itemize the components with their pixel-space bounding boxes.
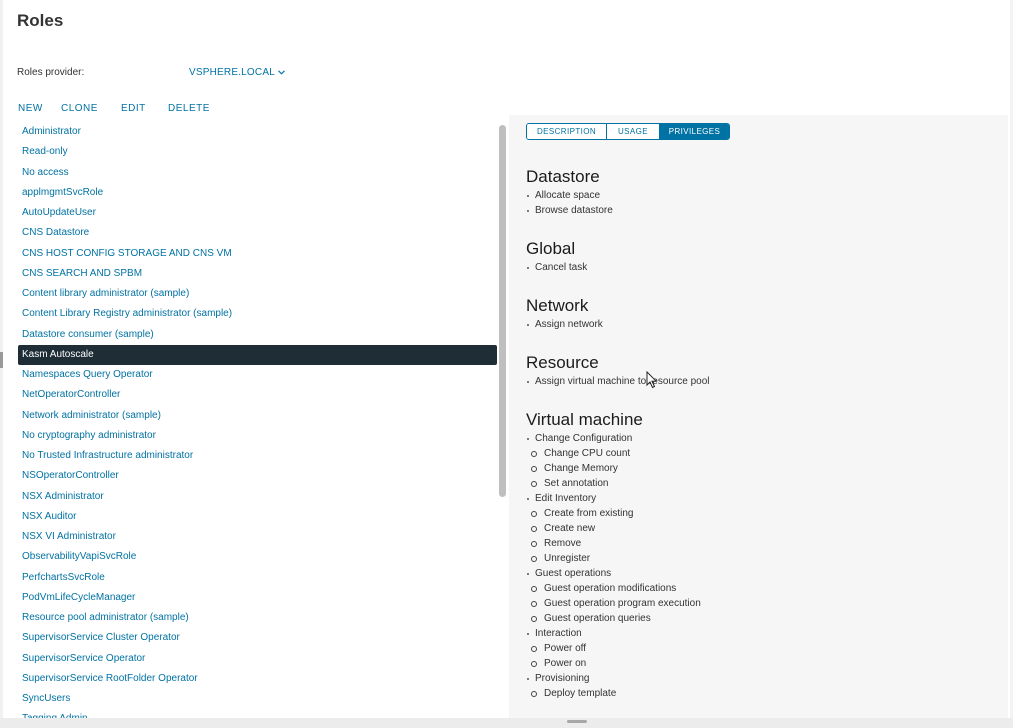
mouse-pointer-icon [646, 370, 658, 389]
window-left-edge [0, 0, 3, 728]
privilege-item: Browse datastore [526, 203, 996, 218]
privilege-subitem: Guest operation queries [526, 611, 996, 626]
role-item-syncusers[interactable]: SyncUsers [18, 689, 497, 709]
role-item-cns-search-spbm[interactable]: CNS SEARCH AND SPBM [18, 264, 497, 284]
privilege-item: Assign network [526, 317, 996, 332]
role-item-administrator[interactable]: Administrator [18, 122, 497, 142]
roles-provider-label: Roles provider: [17, 67, 85, 78]
privilege-item: Interaction [526, 626, 996, 641]
privilege-item: Assign virtual machine to resource pool [526, 374, 996, 389]
role-item-perfchartssvcrole[interactable]: PerfchartsSvcRole [18, 568, 497, 588]
chevron-down-icon [278, 68, 285, 77]
privilege-item: Cancel task [526, 260, 996, 275]
role-item-network-admin[interactable]: Network administrator (sample) [18, 406, 497, 426]
delete-role-button[interactable]: DELETE [168, 103, 228, 114]
role-item-nsx-administrator[interactable]: NSX Administrator [18, 487, 497, 507]
role-item-no-trusted-infra-admin[interactable]: No Trusted Infrastructure administrator [18, 446, 497, 466]
privilege-item: Provisioning [526, 671, 996, 686]
role-item-content-library-admin[interactable]: Content library administrator (sample) [18, 284, 497, 304]
roles-provider-dropdown[interactable]: VSPHERE.LOCAL [189, 67, 285, 78]
privilege-subitem: Create new [526, 521, 996, 536]
tab-description[interactable]: DESCRIPTION [527, 124, 606, 139]
new-role-button[interactable]: NEW [18, 103, 61, 114]
privilege-subitem: Deploy template [526, 686, 996, 701]
privilege-item: Allocate space [526, 188, 996, 203]
privilege-group-heading: Global [526, 239, 576, 258]
tab-privileges[interactable]: PRIVILEGES [659, 124, 729, 139]
role-item-resource-pool-admin[interactable]: Resource pool administrator (sample) [18, 608, 497, 628]
privilege-group-heading: Virtual machine [526, 410, 643, 429]
role-item-tagging-admin[interactable]: Tagging Admin [18, 709, 497, 718]
privilege-group-virtual-machine: Virtual machine Change Configuration Cha… [526, 409, 996, 701]
resize-handle-icon[interactable] [567, 720, 587, 723]
privilege-group-heading: Network [526, 296, 589, 315]
role-item-kasm-autoscale[interactable]: Kasm Autoscale [18, 344, 497, 365]
page-title: Roles [17, 11, 64, 30]
role-item-content-library-registry-admin[interactable]: Content Library Registry administrator (… [18, 304, 497, 324]
clone-role-button[interactable]: CLONE [61, 103, 121, 114]
privilege-subitem: Create from existing [526, 506, 996, 521]
privilege-subitem: Remove [526, 536, 996, 551]
role-item-nsoperatorcontroller[interactable]: NSOperatorController [18, 466, 497, 486]
roles-list-scroll-thumb[interactable] [499, 125, 506, 497]
role-item-autoupdateuser[interactable]: AutoUpdateUser [18, 203, 497, 223]
privilege-item: Edit Inventory [526, 491, 996, 506]
privilege-subitem: Guest operation modifications [526, 581, 996, 596]
privilege-group-global: Global Cancel task [526, 238, 996, 275]
role-item-supervisorservice-rootfolder-operator[interactable]: SupervisorService RootFolder Operator [18, 669, 497, 689]
role-item-supervisorservice-operator[interactable]: SupervisorService Operator [18, 649, 497, 669]
role-item-cns-datastore[interactable]: CNS Datastore [18, 223, 497, 243]
privilege-group-datastore: Datastore Allocate space Browse datastor… [526, 166, 996, 218]
role-item-namespaces-query-operator[interactable]: Namespaces Query Operator [18, 365, 497, 385]
roles-toolbar: NEW CLONE EDIT DELETE [18, 103, 228, 114]
role-item-no-cryptography-admin[interactable]: No cryptography administrator [18, 426, 497, 446]
privilege-subitem: Power off [526, 641, 996, 656]
privilege-item: Guest operations [526, 566, 996, 581]
privilege-group-resource: Resource Assign virtual machine to resou… [526, 352, 996, 389]
privilege-subitem: Unregister [526, 551, 996, 566]
role-item-observabilityvapisvcrole[interactable]: ObservabilityVapiSvcRole [18, 547, 497, 567]
tab-usage[interactable]: USAGE [606, 124, 659, 139]
role-item-applmgmtsvcrole[interactable]: applmgmtSvcRole [18, 183, 497, 203]
edit-role-button[interactable]: EDIT [121, 103, 168, 114]
role-item-read-only[interactable]: Read-only [18, 142, 497, 162]
privilege-subitem: Power on [526, 656, 996, 671]
privilege-group-network: Network Assign network [526, 295, 996, 332]
role-item-supervisorservice-cluster-operator[interactable]: SupervisorService Cluster Operator [18, 628, 497, 648]
privileges-list: Datastore Allocate space Browse datastor… [526, 166, 996, 701]
role-item-netoperatorcontroller[interactable]: NetOperatorController [18, 385, 497, 405]
bottom-resize-bar [0, 718, 1013, 728]
privilege-subitem: Set annotation [526, 476, 996, 491]
privilege-group-heading: Resource [526, 353, 599, 372]
roles-provider-value: VSPHERE.LOCAL [189, 67, 275, 78]
role-item-podvmlifecyclemanager[interactable]: PodVmLifeCycleManager [18, 588, 497, 608]
role-item-no-access[interactable]: No access [18, 163, 497, 183]
privilege-subitem: Guest operation program execution [526, 596, 996, 611]
role-item-nsx-auditor[interactable]: NSX Auditor [18, 507, 497, 527]
privilege-item: Change Configuration [526, 431, 996, 446]
privilege-group-heading: Datastore [526, 167, 600, 186]
left-edge-marker [0, 352, 3, 368]
roles-list: Administrator Read-only No access applmg… [18, 122, 497, 718]
role-item-cns-host-config[interactable]: CNS HOST CONFIG STORAGE AND CNS VM [18, 244, 497, 264]
privilege-subitem: Change CPU count [526, 446, 996, 461]
privilege-subitem: Change Memory [526, 461, 996, 476]
role-item-nsx-vi-administrator[interactable]: NSX VI Administrator [18, 527, 497, 547]
role-details-tabs: DESCRIPTION USAGE PRIVILEGES [526, 123, 730, 140]
role-item-datastore-consumer[interactable]: Datastore consumer (sample) [18, 325, 497, 345]
